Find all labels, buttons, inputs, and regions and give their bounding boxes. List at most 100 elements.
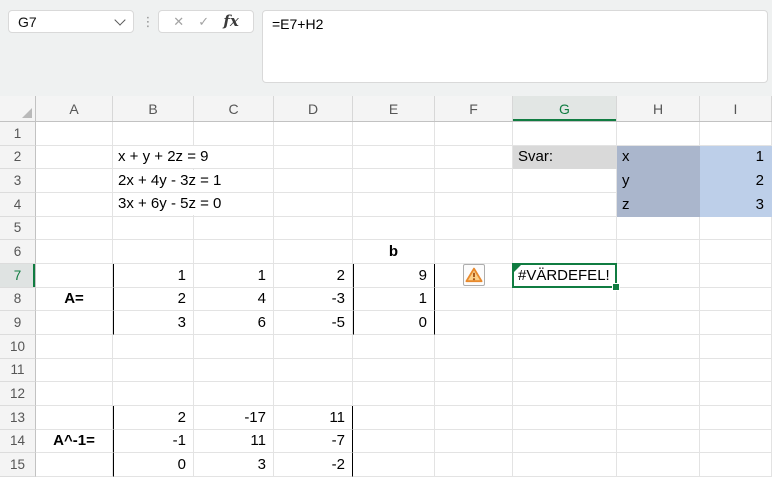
cell-F10[interactable]: [435, 335, 513, 359]
row-header-4[interactable]: 4: [0, 193, 36, 217]
cell-F1[interactable]: [435, 122, 513, 146]
cell-B3[interactable]: 2x + 4y - 3z = 1: [113, 169, 194, 193]
cell-C5[interactable]: [194, 217, 274, 241]
cell-F8[interactable]: [435, 288, 513, 312]
cell-D11[interactable]: [274, 359, 353, 383]
cell-G6[interactable]: [513, 240, 617, 264]
cell-B14[interactable]: -1: [113, 430, 194, 454]
row-header-12[interactable]: 12: [0, 382, 36, 406]
cell-C12[interactable]: [194, 382, 274, 406]
cell-G12[interactable]: [513, 382, 617, 406]
column-header-G[interactable]: G: [513, 96, 617, 121]
cell-E10[interactable]: [353, 335, 435, 359]
cell-C10[interactable]: [194, 335, 274, 359]
cell-D13[interactable]: 11: [274, 406, 353, 430]
column-header-C[interactable]: C: [194, 96, 274, 121]
name-box[interactable]: G7: [8, 10, 134, 33]
cell-D8[interactable]: -3: [274, 288, 353, 312]
cell-I1[interactable]: [700, 122, 772, 146]
cell-F5[interactable]: [435, 217, 513, 241]
cell-D3[interactable]: [274, 169, 353, 193]
cell-H6[interactable]: [617, 240, 700, 264]
cell-D9[interactable]: -5: [274, 311, 353, 335]
row-header-14[interactable]: 14: [0, 430, 36, 454]
cell-I2[interactable]: 1: [700, 146, 772, 170]
cell-C15[interactable]: 3: [194, 453, 274, 477]
cell-G2[interactable]: Svar:: [513, 146, 617, 170]
cell-E9[interactable]: 0: [353, 311, 435, 335]
cell-H1[interactable]: [617, 122, 700, 146]
cell-B15[interactable]: 0: [113, 453, 194, 477]
cell-I14[interactable]: [700, 430, 772, 454]
cell-F4[interactable]: [435, 193, 513, 217]
cell-D7[interactable]: 2: [274, 264, 353, 288]
cell-E3[interactable]: [353, 169, 435, 193]
column-header-A[interactable]: A: [36, 96, 113, 121]
row-header-10[interactable]: 10: [0, 335, 36, 359]
cell-A10[interactable]: [36, 335, 113, 359]
row-header-1[interactable]: 1: [0, 122, 36, 146]
cell-E13[interactable]: [353, 406, 435, 430]
cell-D14[interactable]: -7: [274, 430, 353, 454]
cell-H5[interactable]: [617, 217, 700, 241]
cell-A6[interactable]: [36, 240, 113, 264]
enter-icon[interactable]: ✓: [198, 15, 209, 28]
cell-C8[interactable]: 4: [194, 288, 274, 312]
cell-B13[interactable]: 2: [113, 406, 194, 430]
cell-F15[interactable]: [435, 453, 513, 477]
cell-A8[interactable]: A=: [36, 288, 113, 312]
cell-I12[interactable]: [700, 382, 772, 406]
cell-E11[interactable]: [353, 359, 435, 383]
cell-F7[interactable]: [435, 264, 513, 288]
cell-F11[interactable]: [435, 359, 513, 383]
cell-H11[interactable]: [617, 359, 700, 383]
cell-B11[interactable]: [113, 359, 194, 383]
row-header-6[interactable]: 6: [0, 240, 36, 264]
cell-G9[interactable]: [513, 311, 617, 335]
cell-B12[interactable]: [113, 382, 194, 406]
cell-E12[interactable]: [353, 382, 435, 406]
cell-G4[interactable]: [513, 193, 617, 217]
cell-I5[interactable]: [700, 217, 772, 241]
cancel-icon[interactable]: ✕: [173, 15, 184, 28]
column-header-F[interactable]: F: [435, 96, 513, 121]
cell-B7[interactable]: 1: [113, 264, 194, 288]
cell-G13[interactable]: [513, 406, 617, 430]
cell-E2[interactable]: [353, 146, 435, 170]
cell-E15[interactable]: [353, 453, 435, 477]
cell-E7[interactable]: 9: [353, 264, 435, 288]
cell-I7[interactable]: [700, 264, 772, 288]
column-header-B[interactable]: B: [113, 96, 194, 121]
cell-A3[interactable]: [36, 169, 113, 193]
cell-G11[interactable]: [513, 359, 617, 383]
cell-E8[interactable]: 1: [353, 288, 435, 312]
cell-D2[interactable]: [274, 146, 353, 170]
cell-F14[interactable]: [435, 430, 513, 454]
cell-H4[interactable]: z: [617, 193, 700, 217]
cell-G8[interactable]: [513, 288, 617, 312]
cell-I8[interactable]: [700, 288, 772, 312]
cell-E5[interactable]: [353, 217, 435, 241]
cell-E6[interactable]: b: [353, 240, 435, 264]
column-header-H[interactable]: H: [617, 96, 700, 121]
cell-H3[interactable]: y: [617, 169, 700, 193]
cell-I3[interactable]: 2: [700, 169, 772, 193]
cell-H2[interactable]: x: [617, 146, 700, 170]
row-header-15[interactable]: 15: [0, 453, 36, 477]
cell-A14[interactable]: A^-1=: [36, 430, 113, 454]
cell-A15[interactable]: [36, 453, 113, 477]
row-header-7[interactable]: 7: [0, 264, 36, 288]
cell-I13[interactable]: [700, 406, 772, 430]
cell-B6[interactable]: [113, 240, 194, 264]
cell-G15[interactable]: [513, 453, 617, 477]
formula-input[interactable]: =E7+H2: [262, 10, 768, 83]
cell-G10[interactable]: [513, 335, 617, 359]
cell-F12[interactable]: [435, 382, 513, 406]
row-header-13[interactable]: 13: [0, 406, 36, 430]
cell-H12[interactable]: [617, 382, 700, 406]
cell-F3[interactable]: [435, 169, 513, 193]
chevron-down-icon[interactable]: [114, 14, 125, 25]
cell-G7[interactable]: #VÄRDEFEL!: [513, 264, 617, 288]
cell-B5[interactable]: [113, 217, 194, 241]
cell-I9[interactable]: [700, 311, 772, 335]
